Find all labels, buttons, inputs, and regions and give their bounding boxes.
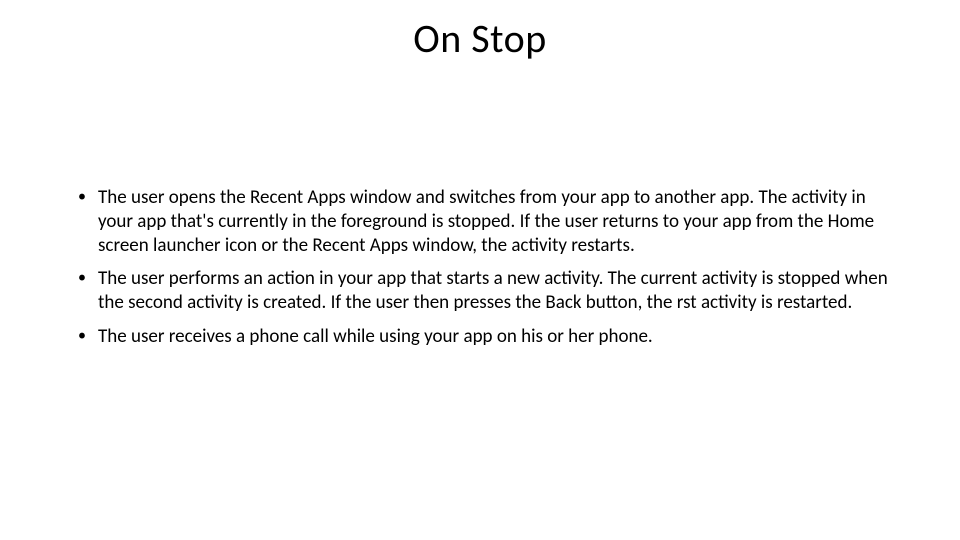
list-item: The user receives a phone call while usi… — [70, 325, 890, 349]
slide-title: On Stop — [0, 14, 960, 63]
bullet-list: The user opens the Recent Apps window an… — [70, 186, 890, 349]
slide-body: The user opens the Recent Apps window an… — [70, 186, 890, 359]
slide: On Stop The user opens the Recent Apps w… — [0, 0, 960, 540]
list-item: The user opens the Recent Apps window an… — [70, 186, 890, 257]
list-item: The user performs an action in your app … — [70, 267, 890, 315]
